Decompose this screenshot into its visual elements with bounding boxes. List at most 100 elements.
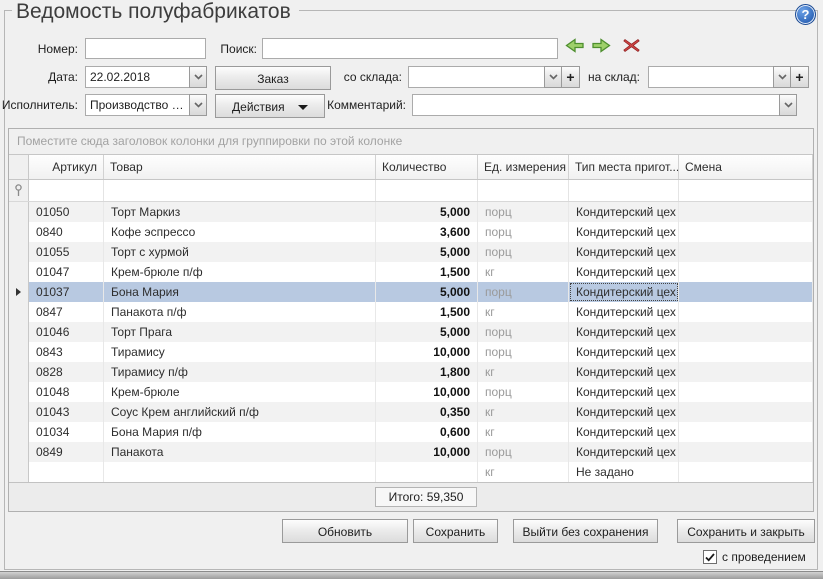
cell-product[interactable]: Кофе эспрессо [104,222,376,242]
cell-prep-place[interactable]: Кондитерский цех [569,302,679,322]
cell-article[interactable]: 01037 [29,282,104,302]
cell-shift[interactable] [679,242,813,262]
cell-product[interactable]: Торт с хурмой [104,242,376,262]
next-arrow-icon[interactable] [592,38,612,54]
filter-cell-article[interactable] [29,180,104,201]
filter-cell-quantity[interactable] [376,180,478,201]
selected-row-indicator[interactable] [9,282,29,302]
cell-quantity[interactable]: 1,500 [376,302,478,322]
from-store-select[interactable]: + [408,66,580,88]
table-row[interactable]: 0840Кофе эспрессо3,600порцКондитерский ц… [9,222,813,242]
cell-prep-place[interactable]: Кондитерский цех [569,342,679,362]
cell-unit[interactable]: порц [478,242,569,262]
cell-article[interactable]: 01046 [29,322,104,342]
row-indicator[interactable] [9,382,29,402]
column-header-quantity[interactable]: Количество [376,155,478,179]
cell-article[interactable]: 0847 [29,302,104,322]
cell-quantity[interactable]: 1,500 [376,262,478,282]
cell-product[interactable]: Крем-брюле [104,382,376,402]
cell-prep-place[interactable]: Кондитерский цех [569,362,679,382]
filter-cell-unit[interactable] [478,180,569,201]
cell-shift[interactable] [679,262,813,282]
cell-unit[interactable]: кг [478,302,569,322]
row-indicator[interactable] [9,322,29,342]
checkbox-checkmark-icon[interactable] [703,550,717,564]
row-indicator[interactable] [9,362,29,382]
clear-search-icon[interactable] [623,38,643,54]
cell-prep-place[interactable]: Не задано [569,462,679,482]
row-indicator[interactable] [9,422,29,442]
cell-unit[interactable]: порц [478,342,569,362]
cell-shift[interactable] [679,422,813,442]
row-indicator[interactable] [9,462,29,482]
to-store-add-icon[interactable]: + [791,66,809,88]
cell-unit[interactable]: кг [478,462,569,482]
row-indicator[interactable] [9,262,29,282]
cell-unit[interactable]: порц [478,442,569,462]
cell-product[interactable]: Бона Мария [104,282,376,302]
cell-product[interactable]: Панакота [104,442,376,462]
cell-unit[interactable]: порц [478,282,569,302]
cell-article[interactable]: 0843 [29,342,104,362]
cell-unit[interactable]: порц [478,222,569,242]
cell-prep-place[interactable]: Кондитерский цех [569,202,679,222]
to-store-dropdown-icon[interactable] [773,66,791,88]
cell-product[interactable]: Панакота п/ф [104,302,376,322]
group-by-panel[interactable]: Поместите сюда заголовок колонки для гру… [9,129,813,155]
executor-value[interactable]: Производство В... [85,94,189,116]
executor-dropdown-icon[interactable] [189,94,207,116]
cell-unit[interactable]: порц [478,202,569,222]
order-ingredients-button[interactable]: Заказ ингредиентов [215,66,331,90]
cell-quantity[interactable]: 10,000 [376,342,478,362]
date-value[interactable]: 22.02.2018 [85,66,189,88]
cell-quantity[interactable]: 10,000 [376,382,478,402]
cell-shift[interactable] [679,382,813,402]
table-row[interactable]: 01048Крем-брюле10,000порцКондитерский це… [9,382,813,402]
cell-shift[interactable] [679,342,813,362]
cell-prep-place[interactable]: Кондитерский цех [569,442,679,462]
save-button[interactable]: Сохранить [413,519,498,543]
cell-article[interactable]: 01050 [29,202,104,222]
column-header-prep-place[interactable]: Тип места пригот... [569,155,679,179]
cell-quantity[interactable]: 5,000 [376,282,478,302]
comment-value[interactable] [412,94,779,116]
from-store-value[interactable] [408,66,544,88]
cell-product[interactable]: Торт Прага [104,322,376,342]
cell-shift[interactable] [679,402,813,422]
cell-prep-place[interactable]: Кондитерский цех [569,262,679,282]
table-row[interactable]: 01034Бона Мария п/ф0,600кгКондитерский ц… [9,422,813,442]
filter-cell-prep-place[interactable] [569,180,679,201]
row-indicator[interactable] [9,342,29,362]
refresh-button[interactable]: Обновить [282,519,408,543]
cell-prep-place[interactable]: Кондитерский цех [569,242,679,262]
date-picker[interactable]: 22.02.2018 [85,66,207,88]
from-store-dropdown-icon[interactable] [544,66,562,88]
table-row[interactable]: 01047Крем-брюле п/ф1,500кгКондитерский ц… [9,262,813,282]
row-indicator[interactable] [9,402,29,422]
cell-prep-place[interactable]: Кондитерский цех [569,322,679,342]
table-row[interactable]: кгНе задано [9,462,813,482]
cell-quantity[interactable] [376,462,478,482]
column-header-unit[interactable]: Ед. измерения [478,155,569,179]
prev-arrow-icon[interactable] [565,38,585,54]
cell-unit[interactable]: кг [478,262,569,282]
table-row[interactable]: 01043Соус Крем английский п/ф0,350кгКонд… [9,402,813,422]
cell-product[interactable]: Соус Крем английский п/ф [104,402,376,422]
cell-quantity[interactable]: 0,600 [376,422,478,442]
cell-shift[interactable] [679,322,813,342]
cell-shift[interactable] [679,362,813,382]
cell-quantity[interactable]: 5,000 [376,242,478,262]
search-input[interactable] [262,38,558,59]
cell-article[interactable]: 01047 [29,262,104,282]
cell-prep-place[interactable]: Кондитерский цех [569,222,679,242]
cell-prep-place[interactable]: Кондитерский цех [569,282,679,302]
cell-product[interactable]: Торт Маркиз [104,202,376,222]
cell-article[interactable] [29,462,104,482]
cell-article[interactable]: 01048 [29,382,104,402]
to-store-value[interactable] [648,66,773,88]
cell-shift[interactable] [679,222,813,242]
cell-prep-place[interactable]: Кондитерский цех [569,422,679,442]
cell-shift[interactable] [679,202,813,222]
cell-product[interactable]: Тирамису п/ф [104,362,376,382]
post-document-checkbox[interactable]: с проведением [703,550,806,564]
